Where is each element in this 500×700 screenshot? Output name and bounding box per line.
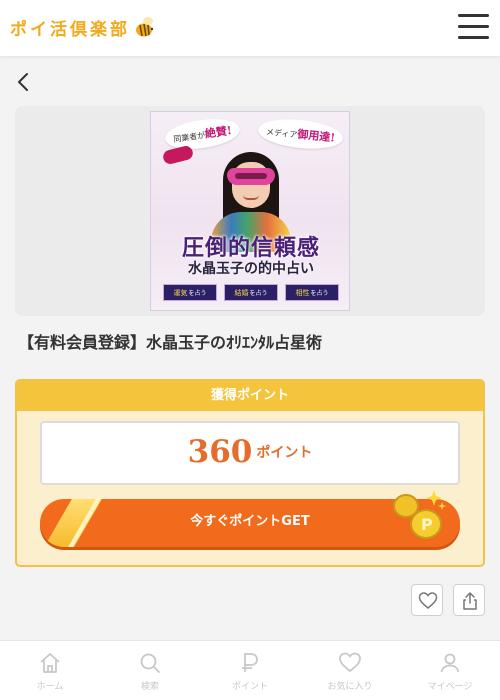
page: ポイ活倶楽部 同業者が絶賛! メディア御用達! 圧倒的信頼感 水晶玉子の的中占い [0,0,500,700]
portrait-mask [227,168,275,185]
share-icon [463,592,477,610]
offer-banner-image[interactable]: 同業者が絶賛! メディア御用達! 圧倒的信頼感 水晶玉子の的中占い 運気 を占う … [150,111,350,311]
heart-icon [418,592,438,609]
app-header: ポイ活倶楽部 [0,0,500,56]
chevron-left-icon [18,73,28,91]
masquerade-mask-graphic [161,144,195,166]
nav-label-home: ホーム [36,682,64,692]
svg-text:P: P [421,515,433,534]
nav-label-search: 検索 [140,682,159,692]
logo-text: ポイ活倶楽部 [10,20,130,40]
banner-tags: 運気 を占う 結婚 を占う 相性 を占う [163,284,339,301]
back-button[interactable] [14,70,34,94]
nav-item-mypage[interactable]: マイページ [400,641,500,700]
search-icon [140,653,160,673]
banner-bubble-right: メディア御用達! [256,115,345,153]
banner-tag: 結婚 を占う [224,284,278,301]
heart-icon [339,652,361,673]
portrait-smile [243,195,259,200]
offer-title: 【有料会員登録】水晶玉子のｵﾘｴﾝﾀﾙ占星術 [18,333,323,352]
hamburger-icon[interactable] [458,14,489,40]
logo[interactable]: ポイ活倶楽部 [10,15,157,40]
banner-catch-sub: 水晶玉子の的中占い [188,261,314,277]
nav-label-mypage: マイページ [427,682,473,692]
home-icon [40,653,60,673]
nav-label-favorites: お気に入り [327,682,373,692]
nav-item-search[interactable]: 検索 [100,641,200,700]
nav-item-home[interactable]: ホーム [0,641,100,700]
coins-icon: P [393,490,446,539]
user-icon [440,653,460,673]
nav-item-points[interactable]: ポイント [200,641,300,700]
points-value: 360 [187,434,253,470]
favorite-button[interactable] [411,584,443,616]
point-icon [242,653,258,672]
share-button[interactable] [453,584,485,616]
points-unit: ポイント [256,445,313,461]
bottom-nav: ホーム 検索 ポイント お気に入り マイページ [0,640,500,700]
points-value-box: 360 ポイント [40,421,460,485]
banner-tag: 相性 を占う [285,284,339,301]
bee-icon [136,16,154,36]
banner-tag: 運気 を占う [163,284,217,301]
nav-item-favorites[interactable]: お気に入り [300,641,400,700]
points-header: 獲得ポイント [17,381,483,411]
nav-label-points: ポイント [231,682,268,692]
